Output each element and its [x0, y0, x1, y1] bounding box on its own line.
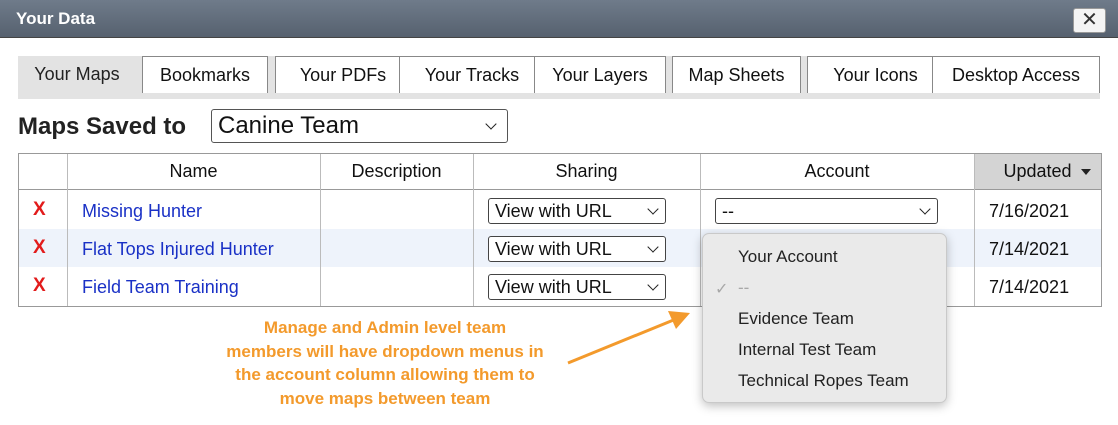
annotation-callout: Manage and Admin level team members will… [200, 316, 570, 410]
annotation-line: move maps between team [279, 388, 491, 408]
annotation-line: members will have dropdown menus in [226, 341, 544, 361]
annotation-line: the account column allowing them to [235, 365, 535, 384]
annotation-line: Manage and Admin level team [263, 318, 507, 337]
